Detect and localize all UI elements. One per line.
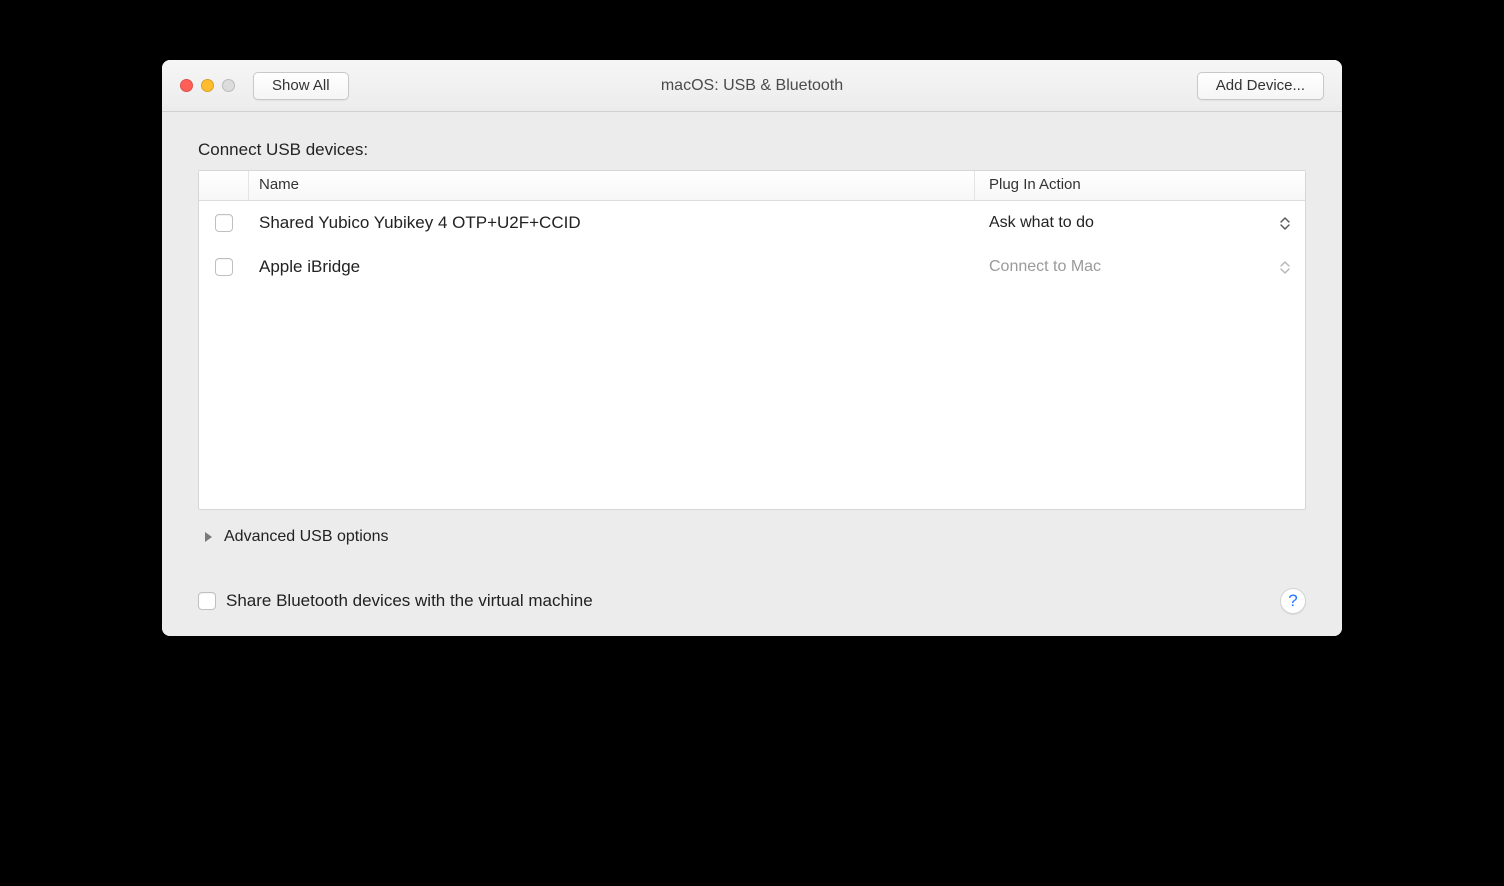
share-bluetooth-checkbox[interactable] [198, 592, 216, 610]
zoom-window-button [222, 79, 235, 92]
usb-device-table: Name Plug In Action Shared Yubico Yubike… [198, 170, 1306, 510]
titlebar: Show All macOS: USB & Bluetooth Add Devi… [162, 60, 1342, 112]
advanced-usb-options-row[interactable]: Advanced USB options [198, 510, 1306, 546]
show-all-button[interactable]: Show All [253, 72, 349, 100]
preferences-window: Show All macOS: USB & Bluetooth Add Devi… [162, 60, 1342, 636]
device-name: Apple iBridge [249, 257, 975, 277]
window-title: macOS: USB & Bluetooth [661, 77, 843, 95]
plug-in-action-value: Ask what to do [989, 214, 1279, 232]
plug-in-action-select[interactable]: Ask what to do [975, 214, 1305, 232]
updown-stepper-icon [1279, 217, 1291, 230]
plug-in-action-select[interactable]: Connect to Mac [975, 258, 1305, 276]
window-controls [180, 79, 235, 92]
column-header-checkbox [199, 171, 249, 200]
table-header: Name Plug In Action [199, 171, 1305, 201]
device-checkbox[interactable] [215, 214, 233, 232]
table-body: Shared Yubico Yubikey 4 OTP+U2F+CCID Ask… [199, 201, 1305, 509]
plug-in-action-value: Connect to Mac [989, 258, 1279, 276]
row-checkbox-cell [199, 258, 249, 276]
device-checkbox[interactable] [215, 258, 233, 276]
table-row[interactable]: Apple iBridge Connect to Mac [199, 245, 1305, 289]
column-header-plug-in-action[interactable]: Plug In Action [975, 171, 1305, 200]
disclosure-triangle-icon [202, 531, 214, 543]
table-row[interactable]: Shared Yubico Yubikey 4 OTP+U2F+CCID Ask… [199, 201, 1305, 245]
device-name: Shared Yubico Yubikey 4 OTP+U2F+CCID [249, 213, 975, 233]
minimize-window-button[interactable] [201, 79, 214, 92]
add-device-button[interactable]: Add Device... [1197, 72, 1324, 100]
close-window-button[interactable] [180, 79, 193, 92]
share-bluetooth-label: Share Bluetooth devices with the virtual… [226, 591, 593, 611]
row-checkbox-cell [199, 214, 249, 232]
advanced-usb-options-label: Advanced USB options [224, 528, 389, 546]
help-icon: ? [1288, 591, 1297, 611]
help-button[interactable]: ? [1280, 588, 1306, 614]
connect-usb-label: Connect USB devices: [198, 140, 1306, 160]
window-body: Connect USB devices: Name Plug In Action… [162, 112, 1342, 636]
bottom-row: Share Bluetooth devices with the virtual… [198, 588, 1306, 614]
updown-stepper-icon [1279, 261, 1291, 274]
column-header-name[interactable]: Name [249, 171, 975, 200]
share-bluetooth-row: Share Bluetooth devices with the virtual… [198, 591, 593, 611]
